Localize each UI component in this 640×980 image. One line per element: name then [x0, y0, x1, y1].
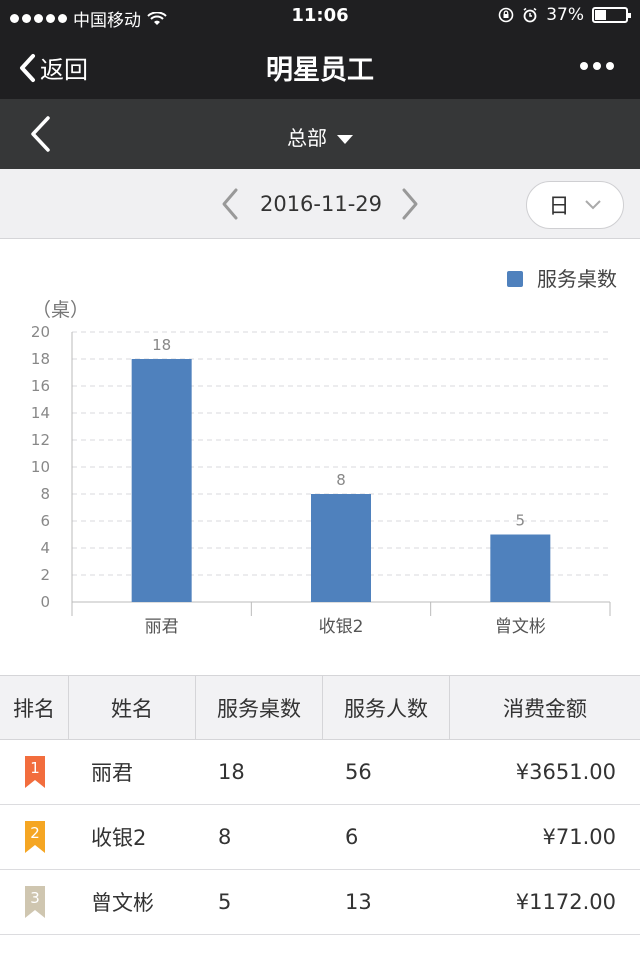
status-right: 37%: [498, 5, 631, 25]
more-dot-icon: [593, 62, 601, 70]
header-tables: 服务桌数: [196, 676, 323, 739]
next-date-button[interactable]: [398, 187, 422, 225]
chevron-right-icon: [402, 188, 418, 220]
table-row[interactable]: 3 曾文彬 5 13 ¥1172.00: [0, 870, 640, 935]
battery-percent: 37%: [546, 5, 584, 25]
table-header: 排名 姓名 服务桌数 服务人数 消费金额: [0, 675, 640, 740]
y-tick-label: 8: [40, 485, 50, 503]
chevron-left-icon: [20, 53, 35, 82]
rank-badge-cell: 3: [0, 885, 69, 919]
service-people: 6: [345, 825, 359, 849]
legend-swatch: [507, 271, 523, 287]
y-tick-label: 16: [31, 377, 50, 395]
spend-amount: ¥3651.00: [515, 760, 616, 784]
x-tick-label: 曾文彬: [495, 617, 546, 637]
chart-area: 服务桌数 （桌） 0 2 4 6 8 10 12 14 16 18 20 18 丽君 8 收银2 5 曾文彬: [0, 240, 640, 675]
bar-value-label: 5: [516, 512, 526, 530]
bar-value-label: 8: [336, 471, 346, 489]
rank-number: 3: [30, 889, 40, 907]
back-label: 返回: [40, 56, 88, 84]
store-bar: 总部: [0, 99, 640, 169]
service-people: 56: [345, 760, 372, 784]
table-row[interactable]: 1 丽君 18 56 ¥3651.00: [0, 740, 640, 805]
spend-amount: ¥71.00: [542, 825, 616, 849]
battery-icon: [592, 7, 631, 23]
rank-badge-cell: 1: [0, 755, 69, 789]
y-tick-label: 6: [40, 512, 50, 530]
employee-name: 丽君: [91, 761, 133, 785]
bar-value-label: 18: [152, 336, 171, 354]
y-tick-label: 12: [31, 431, 50, 449]
service-people: 13: [345, 890, 372, 914]
store-selector[interactable]: 总部: [0, 122, 640, 151]
status-bar: 中国移动 11:06 37%: [0, 0, 640, 34]
period-select[interactable]: 日: [526, 181, 624, 229]
top-bar: 中国移动 11:06 37% 返回 明星员工: [0, 0, 640, 99]
rank-badge-cell: 2: [0, 820, 69, 854]
bar: [311, 494, 371, 602]
more-dot-icon: [606, 62, 614, 70]
current-date: 2016-11-29: [259, 192, 383, 216]
nav-bar: 返回 明星员工: [0, 34, 640, 99]
legend-label: 服务桌数: [537, 267, 617, 291]
chevron-down-icon: [584, 200, 601, 210]
lock-rotation-icon: [498, 7, 514, 23]
y-tick-label: 4: [40, 539, 50, 557]
prev-date-button[interactable]: [218, 187, 242, 225]
ribbon-badge-icon: 2: [24, 821, 45, 853]
store-name: 总部: [287, 126, 327, 150]
y-axis-label: （桌）: [32, 299, 89, 321]
y-tick-label: 20: [31, 323, 50, 341]
y-tick-label: 2: [40, 566, 50, 584]
more-dot-icon: [580, 62, 588, 70]
header-people: 服务人数: [323, 676, 450, 739]
employee-name: 曾文彬: [91, 891, 154, 915]
spend-amount: ¥1172.00: [515, 890, 616, 914]
employee-name: 收银2: [91, 826, 147, 850]
more-options-button[interactable]: [580, 62, 614, 70]
ribbon-badge-icon: 1: [24, 756, 45, 788]
date-bar: 2016-11-29 日: [0, 169, 640, 239]
header-name: 姓名: [69, 676, 196, 739]
rank-number: 2: [30, 824, 40, 842]
chevron-left-icon: [222, 188, 238, 220]
bar: [490, 534, 551, 602]
bar: [131, 359, 192, 602]
back-button[interactable]: 返回: [18, 50, 88, 85]
table-row[interactable]: 2 收银2 8 6 ¥71.00: [0, 805, 640, 870]
service-tables: 5: [218, 890, 232, 914]
period-value: 日: [548, 194, 570, 218]
service-tables: 8: [218, 825, 232, 849]
rank-number: 1: [30, 759, 40, 777]
ranking-table: 排名 姓名 服务桌数 服务人数 消费金额 1 丽君 18 56 ¥3651.00…: [0, 675, 640, 935]
page-title: 明星员工: [266, 55, 374, 86]
y-tick-label: 10: [31, 458, 50, 476]
alarm-icon: [523, 7, 537, 23]
header-amount: 消费金额: [503, 696, 587, 721]
x-tick-label: 丽君: [145, 617, 179, 637]
y-tick-label: 0: [40, 593, 50, 611]
y-tick-label: 18: [31, 350, 50, 368]
ribbon-badge-icon: 3: [24, 886, 45, 918]
service-tables: 18: [218, 760, 245, 784]
x-tick-label: 收银2: [319, 617, 364, 637]
bar-chart: 服务桌数 （桌） 0 2 4 6 8 10 12 14 16 18 20 18 丽君 8 收银2 5 曾文彬: [31, 267, 617, 637]
header-rank: 排名: [0, 676, 69, 739]
dropdown-caret-icon: [337, 135, 353, 144]
y-tick-label: 14: [31, 404, 50, 422]
